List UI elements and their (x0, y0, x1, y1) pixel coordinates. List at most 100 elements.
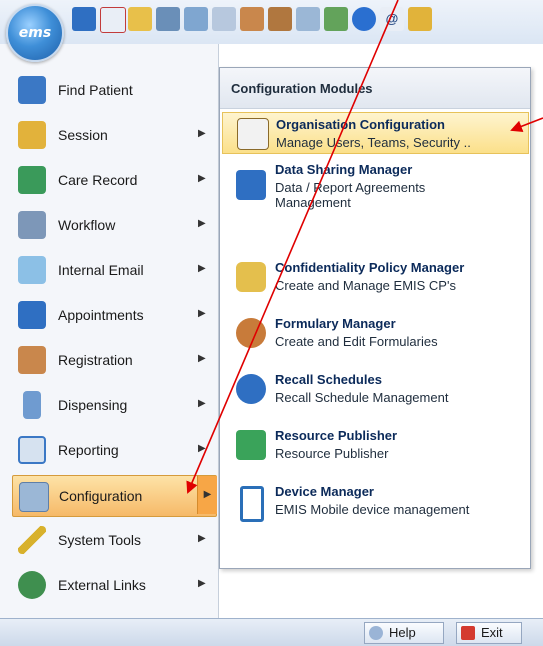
menu-item-registration[interactable]: Registration ▶ (12, 340, 215, 380)
submenu-item-title: Formulary Manager (275, 316, 396, 331)
submenu-item-recall-schedules[interactable]: Recall Schedules Recall Schedule Managem… (222, 368, 527, 412)
key-icon[interactable] (408, 7, 432, 31)
info-icon[interactable] (352, 7, 376, 31)
submenu-arrow-icon: ▶ (198, 443, 206, 454)
submenu-arrow-icon: ▶ (198, 173, 206, 184)
submenu-item-resource-publisher[interactable]: Resource Publisher Resource Publisher (222, 424, 527, 468)
mobile-device-icon (240, 486, 264, 522)
envelope-icon (18, 256, 46, 284)
submenu-item-title: Recall Schedules (275, 372, 382, 387)
medicine-bottle-icon (23, 391, 41, 419)
help-button[interactable]: Help (364, 622, 444, 644)
menu-item-label: Find Patient (58, 82, 133, 98)
exit-label: Exit (481, 625, 503, 640)
submenu-arrow-icon: ▶ (198, 398, 206, 409)
submenu-arrow-icon: ▶ (198, 353, 206, 364)
magnifier-icon (236, 318, 266, 348)
registration-person-icon (18, 346, 46, 374)
calendar-icon[interactable] (184, 7, 208, 31)
menu-item-label: Reporting (58, 442, 119, 458)
globe-link-icon (18, 571, 46, 599)
menu-item-session[interactable]: Session ▶ (12, 115, 215, 155)
notes-icon[interactable] (296, 7, 320, 31)
people-icon[interactable] (156, 7, 180, 31)
exit-button[interactable]: Exit (456, 622, 522, 644)
menu-item-find-patient[interactable]: Find Patient (12, 70, 215, 110)
status-bar: Help Exit (0, 618, 543, 646)
report-icon (18, 436, 46, 464)
submenu-arrow-icon: ▶ (198, 308, 206, 319)
find-patient-icon (18, 76, 46, 104)
menu-item-label: Workflow (58, 217, 116, 233)
submenu-item-title: Resource Publisher (275, 428, 398, 443)
help-label: Help (389, 625, 416, 640)
submenu-item-title: Data Sharing Manager (275, 162, 413, 177)
submenu-arrow-icon: ▶ (198, 533, 206, 544)
menu-item-label: External Links (58, 577, 146, 593)
padlock-icon (236, 262, 266, 292)
submenu-title: Configuration Modules (231, 81, 373, 96)
submenu-item-title: Confidentiality Policy Manager (275, 260, 465, 275)
emis-logo[interactable]: ems (6, 4, 64, 62)
menu-item-appointments[interactable]: Appointments ▶ (12, 295, 215, 335)
email-at-icon[interactable]: @ (380, 7, 404, 31)
submenu-item-organisation-configuration[interactable]: Organisation Configuration Manage Users,… (222, 112, 529, 154)
pencil-tool-icon (18, 526, 46, 554)
wrench-icon[interactable] (324, 7, 348, 31)
submenu-item-desc: Create and Manage EMIS CP's (275, 278, 456, 293)
quick-access-toolbar: @ (0, 0, 543, 44)
menu-item-label: Configuration (59, 488, 143, 504)
submenu-arrow-icon: ▶ (198, 128, 206, 139)
menu-item-workflow[interactable]: Workflow ▶ (12, 205, 215, 245)
submenu-item-desc: Create and Edit Formularies (275, 334, 438, 349)
menu-item-label: Registration (58, 352, 133, 368)
configuration-submenu: Configuration Modules Organisation Confi… (219, 67, 531, 569)
menu-item-label: Care Record (58, 172, 138, 188)
menu-item-internal-email[interactable]: Internal Email ▶ (12, 250, 215, 290)
submenu-item-data-sharing-manager[interactable]: Data Sharing Manager Data / Report Agree… (222, 158, 527, 216)
org-chart-icon (237, 118, 269, 150)
group-icon[interactable] (268, 7, 292, 31)
back-arrow-icon[interactable] (72, 7, 96, 31)
menu-item-label: System Tools (58, 532, 141, 548)
submenu-item-desc: Data / Report Agreements Management (275, 180, 426, 210)
appointments-clock-icon (18, 301, 46, 329)
data-sharing-icon (236, 170, 266, 200)
menu-item-label: Dispensing (58, 397, 128, 413)
submenu-arrow-icon: ▶ (197, 476, 217, 514)
menu-item-configuration[interactable]: Configuration ▶ (12, 475, 217, 517)
submenu-arrow-icon: ▶ (198, 578, 206, 589)
home-icon[interactable] (100, 7, 126, 33)
menu-item-care-record[interactable]: Care Record ▶ (12, 160, 215, 200)
menu-item-system-tools[interactable]: System Tools ▶ (12, 520, 215, 560)
menu-item-label: Session (58, 127, 108, 143)
submenu-item-title: Device Manager (275, 484, 374, 499)
key-icon (18, 121, 46, 149)
submenu-item-device-manager[interactable]: Device Manager EMIS Mobile device manage… (222, 480, 527, 524)
document-icon[interactable] (212, 7, 236, 31)
submenu-item-desc: Manage Users, Teams, Security .. (276, 135, 471, 150)
submenu-item-desc: Recall Schedule Management (275, 390, 449, 405)
submenu-item-desc: Resource Publisher (275, 446, 389, 461)
care-record-icon (18, 166, 46, 194)
menu-item-label: Appointments (58, 307, 144, 323)
publish-arrow-icon (236, 430, 266, 460)
menu-item-dispensing[interactable]: Dispensing ▶ (12, 385, 215, 425)
menu-item-external-links[interactable]: External Links ▶ (12, 565, 215, 605)
menu-item-reporting[interactable]: Reporting ▶ (12, 430, 215, 470)
person-icon[interactable] (240, 7, 264, 31)
workflow-icon (18, 211, 46, 239)
submenu-item-title: Organisation Configuration (276, 117, 445, 132)
help-icon (369, 626, 383, 640)
submenu-arrow-icon: ▶ (198, 263, 206, 274)
submenu-header: Configuration Modules (220, 68, 530, 109)
submenu-item-formulary-manager[interactable]: Formulary Manager Create and Edit Formul… (222, 312, 527, 356)
close-icon (461, 626, 475, 640)
submenu-item-desc: EMIS Mobile device management (275, 502, 470, 517)
configuration-icon (19, 482, 49, 512)
submenu-item-confidentiality-policy-manager[interactable]: Confidentiality Policy Manager Create an… (222, 256, 527, 300)
recall-clock-icon (236, 374, 266, 404)
submenu-arrow-icon: ▶ (198, 218, 206, 229)
pencil-icon[interactable] (128, 7, 152, 31)
menu-item-label: Internal Email (58, 262, 144, 278)
